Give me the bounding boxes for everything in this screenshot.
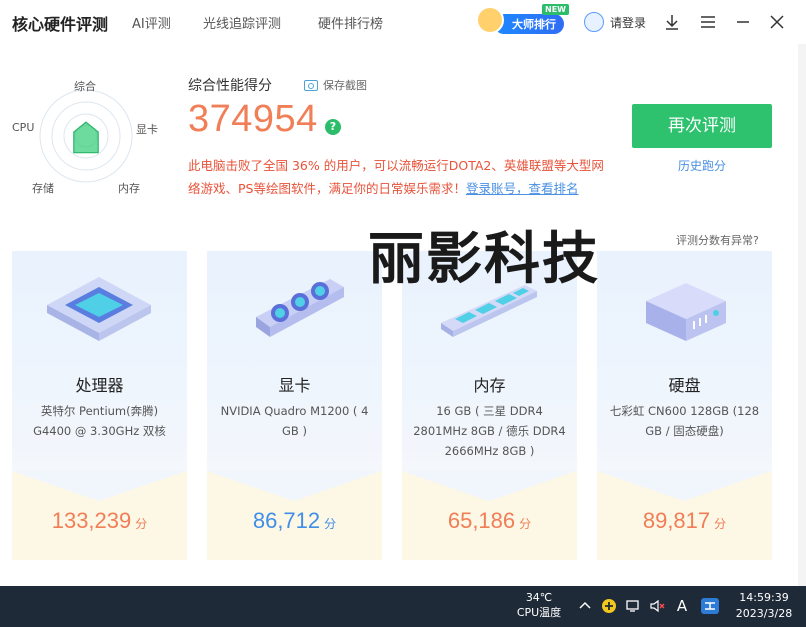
login-label: 请登录: [610, 15, 647, 30]
retest-button[interactable]: 再次评测: [632, 104, 772, 148]
radar-label-overall: 综合: [74, 80, 96, 93]
radar-label-cpu: CPU: [12, 121, 35, 134]
cpu-temp-widget[interactable]: 34℃ CPU温度: [514, 590, 564, 620]
input-method-indicator[interactable]: A: [674, 598, 690, 614]
disk-score-unit: 分: [714, 517, 727, 531]
cpu-card-score: 133,239 分: [12, 508, 187, 534]
cpu-temp-value: 34℃: [525, 591, 553, 604]
watermark-text: 丽影科技: [368, 227, 600, 292]
overall-score-value: 374954: [188, 98, 318, 140]
radar-label-memory: 内存: [118, 182, 140, 195]
performance-radar: 综合 显卡 CPU 存储 内存: [8, 74, 168, 204]
top-bar: 核心硬件评测 AI评测 光线追踪评测 硬件排行榜 大师排行 NEW 请登录: [0, 0, 806, 44]
right-edge-strip: [798, 44, 806, 586]
gpu-score-value: 86,712: [252, 508, 321, 533]
memory-score-value: 65,186: [447, 508, 516, 533]
minimize-icon[interactable]: [731, 10, 755, 34]
close-icon[interactable]: [765, 10, 789, 34]
download-icon[interactable]: [660, 10, 684, 34]
save-screenshot-button[interactable]: 保存截图: [304, 77, 367, 93]
system-clock[interactable]: 14:59:39 2023/3/28: [732, 590, 796, 622]
master-ranking-button[interactable]: 大师排行 NEW: [476, 4, 569, 36]
hard-drive-icon: [624, 271, 744, 351]
app-title: 核心硬件评测: [12, 15, 109, 34]
radar-label-storage: 存储: [32, 182, 54, 195]
memory-score-unit: 分: [519, 517, 532, 531]
gpu-card-score: 86,712 分: [207, 508, 382, 534]
master-avatar-icon: [476, 6, 504, 34]
disk-card-title: 硬盘: [668, 376, 701, 395]
history-scores-link[interactable]: 历史跑分: [632, 157, 772, 174]
menu-icon[interactable]: [696, 10, 720, 34]
gpu-score-unit: 分: [324, 517, 337, 531]
gpu-card-spec: NVIDIA Quadro M1200 ( 4 GB ): [220, 404, 369, 438]
disk-card: 硬盘 七彩虹 CN600 128GB (128 GB / 固态硬盘) 89,81…: [597, 251, 772, 560]
graphics-card-icon: [234, 271, 354, 351]
master-ranking-label: 大师排行: [494, 14, 564, 34]
windows-taskbar: 34℃ CPU温度 A 14:59:39 2023/3/28: [0, 586, 806, 627]
radar-score-shape: [73, 121, 99, 154]
chevron-up-icon[interactable]: [577, 598, 593, 614]
disk-card-spec: 七彩虹 CN600 128GB (128 GB / 固态硬盘): [609, 404, 760, 438]
overall-score-title: 综合性能得分: [188, 78, 272, 94]
user-avatar-icon: [584, 12, 604, 32]
camera-icon: [304, 79, 318, 91]
gpu-card: 显卡 NVIDIA Quadro M1200 ( 4 GB ) 86,712 分: [207, 251, 382, 560]
radar-label-gpu: 显卡: [136, 123, 158, 136]
clock-time: 14:59:39: [739, 591, 789, 604]
tab-hardware-ranking[interactable]: 硬件排行榜: [318, 13, 383, 32]
memory-card: 内存 16 GB ( 三星 DDR4 2801MHz 8GB / 德乐 DDR4…: [402, 251, 577, 560]
memory-card-title: 内存: [473, 376, 506, 395]
score-description: 此电脑击败了全国 36% 的用户，可以流畅运行DOTA2、英雄联盟等大型网络游戏…: [188, 154, 608, 200]
memory-card-spec: 16 GB ( 三星 DDR4 2801MHz 8GB / 德乐 DDR4 26…: [413, 404, 566, 458]
tray-app-icon[interactable]: [601, 598, 617, 614]
memory-card-score: 65,186 分: [402, 508, 577, 534]
ime-app-icon[interactable]: [701, 598, 719, 614]
help-icon[interactable]: ?: [325, 119, 341, 135]
disk-score-value: 89,817: [642, 508, 711, 533]
score-anomaly-link[interactable]: 评测分数有异常?: [676, 232, 759, 248]
cpu-card-title: 处理器: [75, 376, 124, 395]
disk-card-score: 89,817 分: [597, 508, 772, 534]
save-screenshot-label: 保存截图: [323, 79, 367, 92]
tab-ray-tracing[interactable]: 光线追踪评测: [203, 13, 281, 32]
app-window: 核心硬件评测 AI评测 光线追踪评测 硬件排行榜 大师排行 NEW 请登录 综合…: [0, 0, 806, 586]
cpu-chip-icon: [39, 271, 159, 351]
cpu-score-unit: 分: [135, 517, 148, 531]
login-button[interactable]: 请登录: [584, 12, 646, 32]
cpu-card-spec: 英特尔 Pentium(奔腾) G4400 @ 3.30GHz 双核: [33, 404, 166, 438]
cpu-temp-label: CPU温度: [516, 606, 562, 619]
clock-date: 2023/3/28: [735, 607, 793, 620]
new-badge: NEW: [542, 4, 569, 15]
cpu-card: 处理器 英特尔 Pentium(奔腾) G4400 @ 3.30GHz 双核 1…: [12, 251, 187, 560]
tab-ai-benchmark[interactable]: AI评测: [132, 13, 171, 32]
cpu-score-value: 133,239: [51, 508, 132, 533]
volume-muted-icon[interactable]: [649, 598, 665, 614]
gpu-card-title: 显卡: [278, 376, 311, 395]
login-ranking-link[interactable]: 登录账号，查看排名: [466, 181, 579, 196]
network-icon[interactable]: [625, 598, 641, 614]
